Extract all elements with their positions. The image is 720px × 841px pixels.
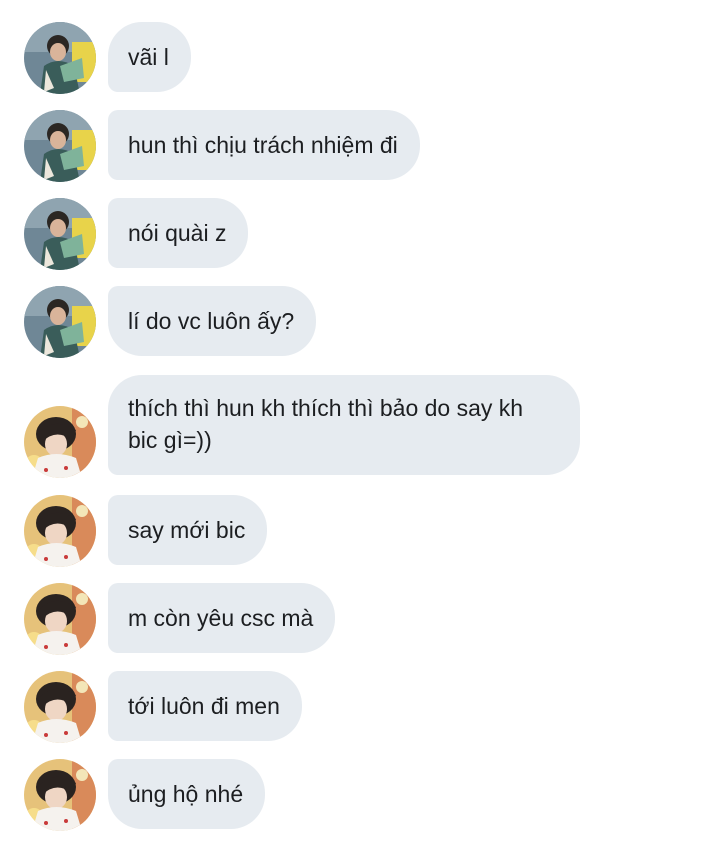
avatar-contact-a[interactable] [24,22,96,94]
message-bubble[interactable]: thích thì hun kh thích thì bảo do say kh… [108,375,580,475]
avatar-contact-b[interactable] [24,495,96,567]
avatar-b-image [24,495,96,567]
avatar-contact-a[interactable] [24,286,96,358]
message-bubble[interactable]: m còn yêu csc mà [108,583,336,653]
avatar-contact-b[interactable] [24,759,96,831]
avatar-a-image [24,198,96,270]
message-bubble[interactable]: lí do vc luôn ấy? [108,286,317,356]
avatar-b-image [24,671,96,743]
avatar-b-image [24,759,96,831]
message-bubble[interactable]: tới luôn đi men [108,671,302,741]
avatar-b-image [24,583,96,655]
message-text: lí do vc luôn ấy? [128,308,295,334]
avatar-contact-b[interactable] [24,406,96,478]
message-bubble[interactable]: vãi l [108,22,191,92]
message-text: hun thì chịu trách nhiệm đi [128,132,398,158]
message-bubble[interactable]: ủng hộ nhé [108,759,266,829]
message-text: say mới bic [128,517,246,543]
avatar-contact-b[interactable] [24,583,96,655]
message-bubble[interactable]: hun thì chịu trách nhiệm đi [108,110,420,180]
avatar-a-image [24,22,96,94]
avatar-contact-b[interactable] [24,671,96,743]
message-bubble[interactable]: nói quài z [108,198,249,268]
avatar-a-image [24,110,96,182]
message-text: tới luôn đi men [128,693,280,719]
avatar-b-image [24,406,96,478]
message-text: thích thì hun kh thích thì bảo do say kh… [128,395,524,453]
message-bubble[interactable]: say mới bic [108,495,268,565]
message-text: ủng hộ nhé [128,781,244,807]
chat-thread: vãi l hun thì chịu trách nhiệm đi nói qu… [0,0,720,841]
message-text: nói quài z [128,220,227,246]
message-text: vãi l [128,44,169,70]
avatar-contact-a[interactable] [24,110,96,182]
avatar-contact-a[interactable] [24,198,96,270]
avatar-a-image [24,286,96,358]
message-text: m còn yêu csc mà [128,605,314,631]
